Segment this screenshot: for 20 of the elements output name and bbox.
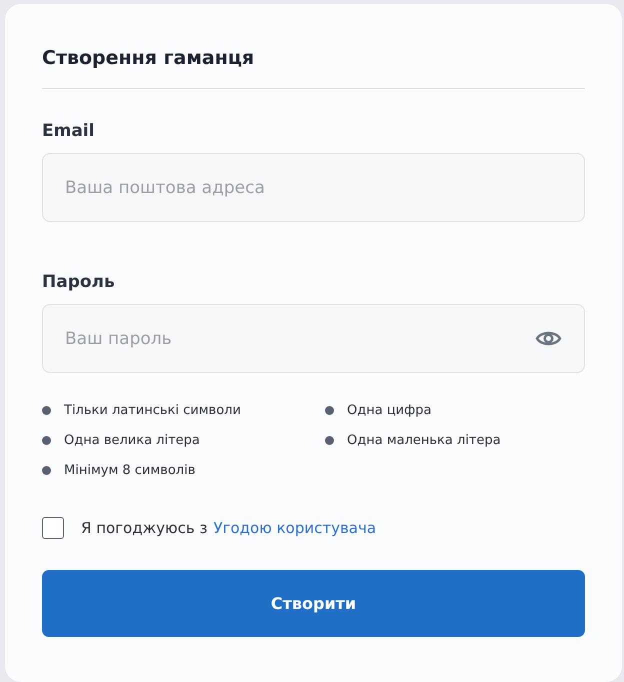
bullet-icon <box>42 406 51 414</box>
eye-icon[interactable] <box>535 329 562 348</box>
bullet-icon <box>42 466 51 474</box>
form-title: Створення гаманця <box>42 46 256 71</box>
create-button[interactable]: Створити <box>42 570 585 637</box>
bullet-icon <box>325 406 334 414</box>
agreement-text: Я погоджуюсь з <box>81 519 208 537</box>
agreement-link[interactable]: Угодою користувача <box>213 519 376 537</box>
field-label: Email <box>42 120 96 143</box>
email-field[interactable]: Ваша поштова адреса <box>42 153 585 222</box>
bullet-icon <box>42 436 51 444</box>
agreement-checkbox[interactable] <box>42 517 64 539</box>
password-field[interactable]: Ваш пароль <box>42 304 585 373</box>
bullet-icon <box>325 436 334 444</box>
requirement-text: Одна цифра <box>347 402 432 418</box>
requirement-text: Мінімум 8 символів <box>64 462 196 478</box>
requirement-text: Одна велика літера <box>64 432 200 448</box>
field-label: Пароль <box>42 271 116 294</box>
requirement-text: Одна маленька літера <box>347 432 501 448</box>
requirement-text: Тільки латинські символи <box>64 402 241 418</box>
